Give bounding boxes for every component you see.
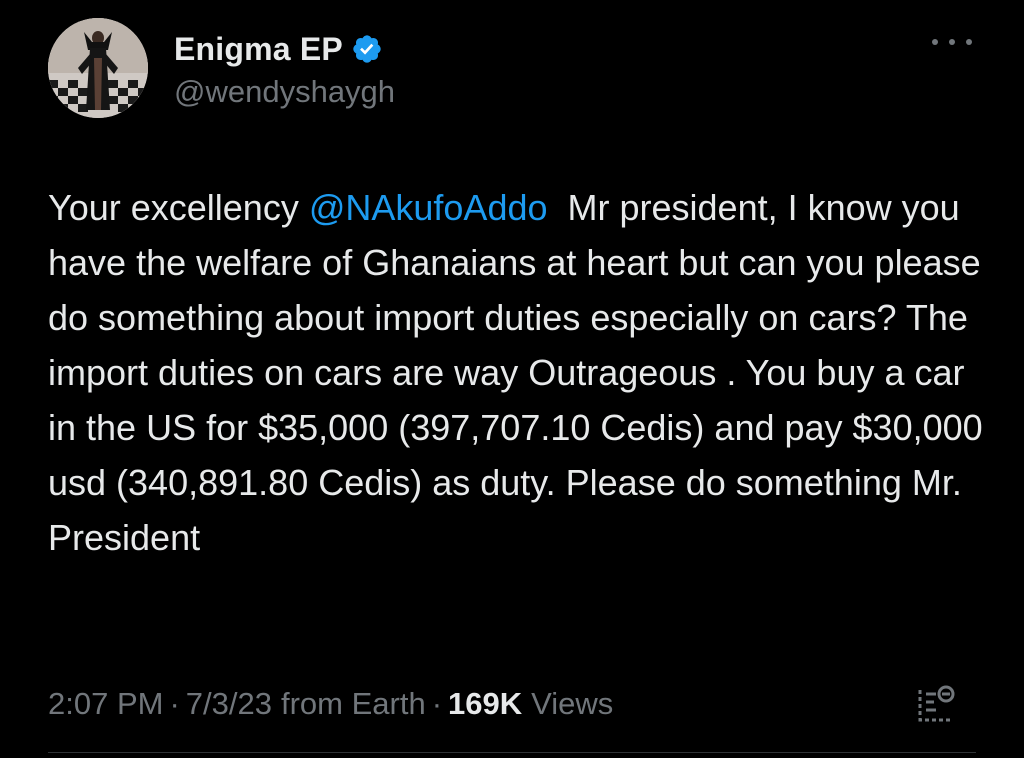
avatar[interactable]: [48, 18, 148, 118]
views-count: 169K: [448, 686, 523, 721]
views-label: Views: [531, 686, 614, 721]
tweet-text: Your excellency @NAkufoAddo Mr president…: [48, 180, 988, 565]
meta-separator: ·: [431, 686, 443, 721]
tweet-meta: 2:07 PM · 7/3/23 from Earth · 169K Views: [48, 682, 613, 726]
tweet-header: Enigma EP @wendyshaygh: [48, 18, 395, 118]
verified-badge-icon[interactable]: [351, 33, 383, 65]
dot-icon: [949, 39, 955, 45]
author-names: Enigma EP @wendyshaygh: [174, 26, 395, 110]
analytics-icon[interactable]: [914, 684, 958, 724]
dot-icon: [932, 39, 938, 45]
tweet-text-start: Your excellency: [48, 187, 309, 228]
tweet-text-rest: Mr president, I know you have the welfar…: [48, 187, 993, 558]
more-horizontal-icon[interactable]: [932, 32, 972, 52]
dot-icon: [966, 39, 972, 45]
display-name[interactable]: Enigma EP: [174, 31, 343, 68]
divider: [48, 752, 976, 753]
user-handle[interactable]: @wendyshaygh: [174, 74, 395, 110]
tweet-source: from Earth: [280, 686, 426, 721]
tweet-card: Enigma EP @wendyshaygh Your excellency @…: [0, 0, 1024, 758]
tweet-time[interactable]: 2:07 PM: [48, 686, 163, 722]
tweet-date[interactable]: 7/3/23: [186, 686, 272, 722]
meta-separator: ·: [169, 686, 180, 721]
mention-link[interactable]: @NAkufoAddo: [309, 187, 548, 228]
display-name-row: Enigma EP: [174, 26, 395, 72]
profile-photo-icon: [48, 18, 148, 118]
